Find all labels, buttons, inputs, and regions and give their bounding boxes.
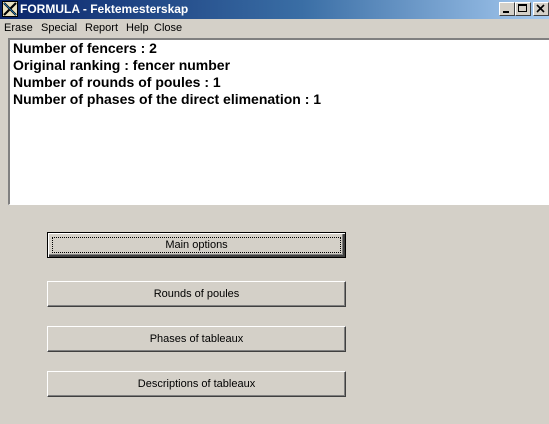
- window-controls: [499, 2, 549, 16]
- formula-window: FORMULA - Fektemesterskap Erase Special …: [0, 0, 549, 424]
- phases-of-tableaux-button[interactable]: Phases of tableaux: [47, 326, 346, 352]
- menu-special[interactable]: Special: [41, 22, 77, 35]
- direct-elimination-phases-line: Number of phases of the direct elimenati…: [13, 91, 322, 107]
- maximize-icon: [518, 4, 527, 12]
- menu-help[interactable]: Help: [126, 22, 149, 35]
- formula-app-icon[interactable]: [2, 1, 18, 17]
- original-ranking-line: Original ranking : fencer number: [13, 57, 231, 73]
- title-bar[interactable]: FORMULA - Fektemesterskap: [0, 0, 549, 19]
- maximize-button[interactable]: [515, 2, 531, 16]
- minimize-button[interactable]: [499, 2, 515, 16]
- descriptions-of-tableaux-label: Descriptions of tableaux: [137, 378, 256, 390]
- main-options-button[interactable]: Main options: [47, 232, 346, 258]
- minimize-icon: [503, 11, 509, 13]
- rounds-of-poules-button[interactable]: Rounds of poules: [47, 281, 346, 307]
- window-title: FORMULA - Fektemesterskap: [20, 2, 189, 16]
- poule-rounds-line: Number of rounds of poules : 1: [13, 74, 221, 90]
- summary-text-area[interactable]: Number of fencers : 2 Original ranking :…: [8, 38, 549, 205]
- close-window-button[interactable]: [533, 2, 549, 16]
- focus-ring: [52, 237, 341, 253]
- menu-bar: Erase Special Report Help Close: [0, 19, 549, 37]
- rounds-of-poules-label: Rounds of poules: [153, 288, 240, 300]
- menu-erase[interactable]: Erase: [4, 22, 33, 35]
- fencer-count-line: Number of fencers : 2: [13, 40, 157, 56]
- phases-of-tableaux-label: Phases of tableaux: [149, 333, 244, 345]
- menu-report[interactable]: Report: [85, 22, 118, 35]
- menu-close[interactable]: Close: [154, 22, 182, 35]
- descriptions-of-tableaux-button[interactable]: Descriptions of tableaux: [47, 371, 346, 397]
- close-icon: [536, 4, 545, 13]
